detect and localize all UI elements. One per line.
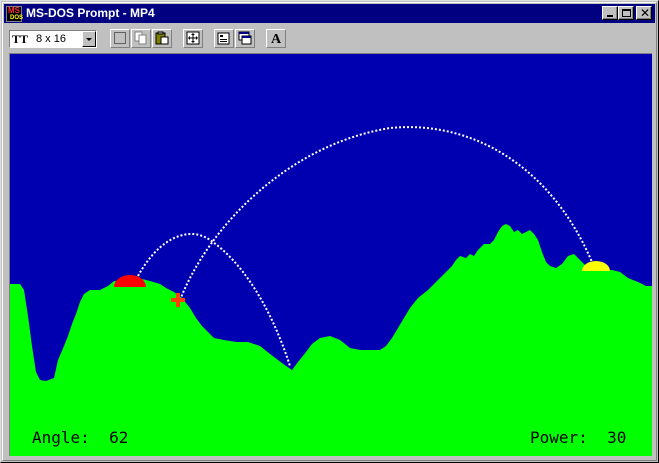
close-icon: ✕ <box>640 6 651 20</box>
font-size-value: 8 x 16 <box>36 33 66 45</box>
full-screen-icon <box>186 31 200 45</box>
chevron-down-icon[interactable] <box>82 31 96 47</box>
properties-button[interactable] <box>214 29 234 48</box>
copy-icon <box>134 31 147 45</box>
paste-button[interactable] <box>152 29 172 48</box>
msdos-window: MS DOS MS-DOS Prompt - MP4 ✕ TT 8 x 16 A… <box>0 0 659 463</box>
toolbar: TT 8 x 16 A <box>4 25 655 51</box>
close-button[interactable]: ✕ <box>636 6 652 20</box>
enemy-tank[interactable] <box>582 261 610 271</box>
font-button[interactable]: A <box>266 29 286 48</box>
truetype-font-icon: TT <box>12 32 29 46</box>
minimize-button[interactable] <box>602 6 618 20</box>
background-icon <box>238 31 252 45</box>
font-button-glyph: A <box>271 32 282 45</box>
background-button[interactable] <box>235 29 255 48</box>
angle-label: Angle: <box>32 428 90 447</box>
mark-button[interactable] <box>110 29 130 48</box>
paste-icon <box>155 31 169 45</box>
angle-value: 62 <box>109 428 129 447</box>
mark-icon <box>114 32 126 44</box>
power-readout: Power: 30 <box>530 428 626 448</box>
maximize-icon <box>622 9 631 17</box>
minimize-icon <box>607 15 613 17</box>
power-label: Power: <box>530 428 588 447</box>
properties-icon <box>217 32 230 45</box>
player-tank[interactable] <box>114 275 146 287</box>
copy-button[interactable] <box>131 29 151 48</box>
font-icon: A <box>271 32 282 45</box>
font-size-select[interactable]: TT 8 x 16 <box>9 30 97 48</box>
window-title: MS-DOS Prompt - MP4 <box>26 6 155 20</box>
game-field <box>10 126 652 456</box>
power-value: 30 <box>607 428 627 447</box>
maximize-button[interactable] <box>618 6 634 20</box>
title-bar[interactable]: MS DOS MS-DOS Prompt - MP4 ✕ <box>4 4 655 23</box>
angle-readout: Angle: 62 <box>32 428 128 448</box>
msdos-app-icon[interactable]: MS DOS <box>6 6 24 22</box>
terrain <box>10 224 652 456</box>
full-screen-button[interactable] <box>183 29 203 48</box>
dos-screen[interactable]: Angle: 62 Power: 30 <box>9 53 652 456</box>
app-icon-text-bottom: DOS <box>10 15 24 21</box>
